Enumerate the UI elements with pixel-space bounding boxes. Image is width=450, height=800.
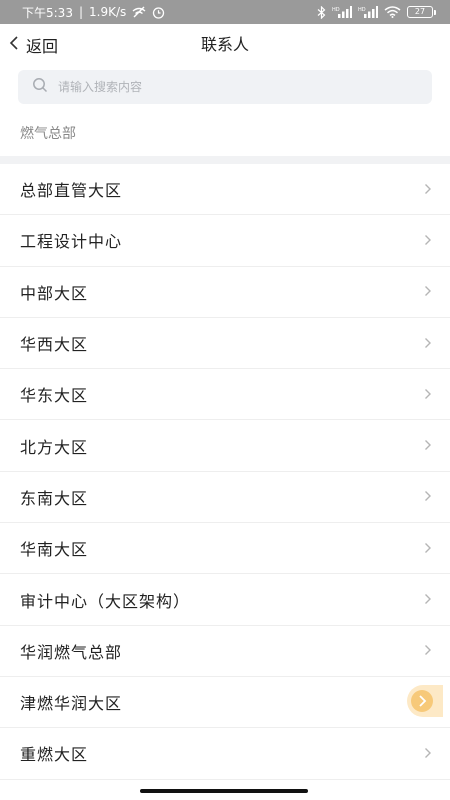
list-item[interactable]: 东南大区: [0, 471, 450, 524]
back-label: 返回: [26, 37, 59, 56]
list-item[interactable]: 审计中心（大区架构）: [0, 574, 450, 626]
chevron-right-icon: [424, 231, 432, 250]
status-left: 下午5:33 | 1.9K/s: [22, 4, 165, 21]
status-right: HD HD 27: [317, 5, 436, 19]
chevron-right-icon: [424, 180, 432, 199]
back-button[interactable]: 返回: [8, 24, 58, 66]
chevron-right-icon: [424, 436, 432, 455]
floating-assistant-button[interactable]: [407, 685, 443, 717]
chevron-right-icon: [424, 487, 432, 506]
assistant-icon: [411, 690, 433, 712]
alarm-icon: [152, 6, 165, 19]
list-item-label: 北方大区: [20, 437, 89, 457]
svg-text:HD: HD: [358, 7, 366, 13]
status-time: 下午5:33: [22, 5, 73, 20]
list-item[interactable]: 总部直管大区: [0, 164, 450, 216]
chevron-right-icon: [424, 282, 432, 301]
page-title: 联系人: [200, 35, 249, 54]
list-item-label: 中部大区: [20, 283, 89, 303]
chevron-right-icon: [424, 385, 432, 404]
chevron-right-icon: [424, 539, 432, 558]
status-bar: 下午5:33 | 1.9K/s HD HD 27: [0, 0, 450, 24]
battery-level: 27: [407, 6, 433, 18]
list-item[interactable]: 华南大区: [0, 523, 450, 575]
list-item[interactable]: 华西大区: [0, 317, 450, 370]
svg-text:HD: HD: [332, 7, 340, 13]
network-speed: 1.9K/s: [89, 5, 127, 19]
search-input[interactable]: [58, 70, 432, 104]
bluetooth-icon: [317, 5, 326, 19]
section-divider: [0, 156, 450, 164]
list-item[interactable]: 津燃华润大区: [0, 676, 450, 729]
nav-bar: 返回 联系人: [0, 24, 450, 66]
wifi-icon: [384, 6, 401, 18]
list-item[interactable]: 华润燃气总部: [0, 625, 450, 677]
signal-icon-2: HD: [358, 6, 378, 18]
status-separator: |: [78, 5, 83, 19]
list-item-label: 重燃大区: [20, 745, 89, 765]
list-item-label: 华西大区: [20, 335, 89, 355]
chevron-right-icon: [424, 641, 432, 660]
chevron-left-icon: [8, 35, 20, 55]
search-icon: [32, 77, 48, 97]
wireless-off-icon: [132, 6, 146, 18]
home-indicator[interactable]: [140, 789, 308, 793]
chevron-right-icon: [424, 590, 432, 609]
list-item-label: 华南大区: [20, 540, 89, 560]
list-item[interactable]: 重燃大区: [0, 728, 450, 780]
list-item-label: 工程设计中心: [20, 232, 123, 252]
list-item-label: 东南大区: [20, 488, 89, 508]
list-item-label: 审计中心（大区架构）: [20, 591, 191, 611]
battery-icon: 27: [407, 6, 436, 18]
list-item-label: 华润燃气总部: [20, 642, 123, 662]
list-item[interactable]: 华东大区: [0, 369, 450, 421]
list-item-label: 津燃华润大区: [20, 694, 123, 714]
list-item[interactable]: 工程设计中心: [0, 215, 450, 267]
search-box: [18, 70, 432, 104]
breadcrumb[interactable]: 燃气总部: [20, 123, 76, 143]
department-list: 总部直管大区 工程设计中心 中部大区 华西大区 华东大区 北方大区 东南大区 华…: [0, 164, 450, 780]
list-item[interactable]: 中部大区: [0, 266, 450, 318]
list-item-label: 总部直管大区: [20, 181, 123, 201]
chevron-right-icon: [424, 334, 432, 353]
signal-icon: HD: [332, 6, 352, 18]
list-item-label: 华东大区: [20, 386, 89, 406]
list-item[interactable]: 北方大区: [0, 420, 450, 472]
chevron-right-icon: [424, 744, 432, 763]
